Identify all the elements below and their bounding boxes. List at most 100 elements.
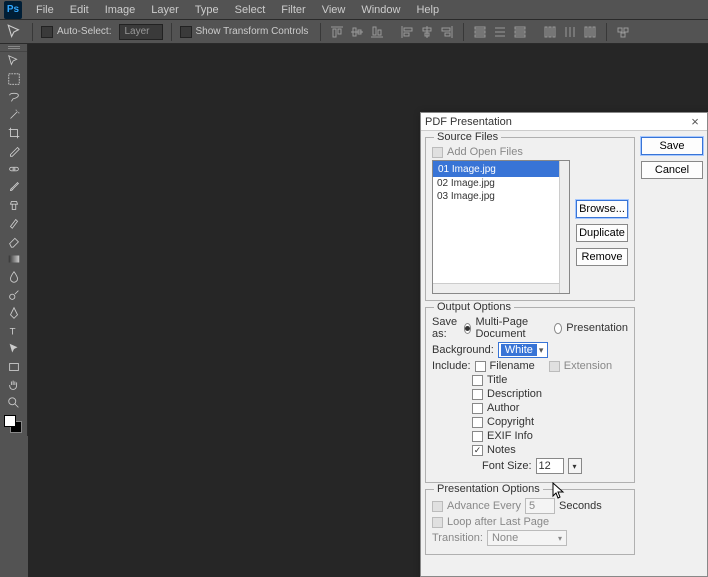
menu-filter[interactable]: Filter bbox=[273, 1, 313, 19]
description-label: Description bbox=[487, 388, 542, 400]
description-checkbox[interactable] bbox=[472, 389, 483, 400]
dialog-title-text: PDF Presentation bbox=[425, 116, 512, 128]
presentation-options-legend: Presentation Options bbox=[434, 483, 543, 495]
source-files-group: Source Files Add Open Files 01 Image.jpg… bbox=[425, 137, 635, 301]
duplicate-button[interactable]: Duplicate bbox=[576, 224, 628, 242]
source-files-list[interactable]: 01 Image.jpg 02 Image.jpg 03 Image.jpg bbox=[432, 160, 570, 294]
menu-edit[interactable]: Edit bbox=[62, 1, 97, 19]
browse-button[interactable]: Browse... bbox=[576, 200, 628, 218]
save-button[interactable]: Save bbox=[641, 137, 703, 155]
hand-tool[interactable] bbox=[0, 376, 27, 394]
extension-checkbox bbox=[549, 361, 560, 372]
foreground-color-swatch[interactable] bbox=[4, 415, 16, 427]
marquee-tool[interactable] bbox=[0, 70, 27, 88]
eyedropper-tool[interactable] bbox=[0, 142, 27, 160]
seconds-label: Seconds bbox=[559, 500, 602, 512]
eraser-tool[interactable] bbox=[0, 232, 27, 250]
rectangle-tool[interactable] bbox=[0, 358, 27, 376]
pen-tool[interactable] bbox=[0, 304, 27, 322]
align-right-edges-icon[interactable] bbox=[439, 24, 455, 40]
distribute-horizontal-icon[interactable] bbox=[562, 24, 578, 40]
menu-file[interactable]: File bbox=[28, 1, 62, 19]
type-tool[interactable]: T bbox=[0, 322, 27, 340]
title-label: Title bbox=[487, 374, 507, 386]
menu-view[interactable]: View bbox=[314, 1, 354, 19]
author-checkbox[interactable] bbox=[472, 403, 483, 414]
font-size-label: Font Size: bbox=[482, 460, 532, 472]
svg-text:T: T bbox=[9, 327, 15, 338]
magic-wand-tool[interactable] bbox=[0, 106, 27, 124]
menu-image[interactable]: Image bbox=[97, 1, 144, 19]
move-tool-icon[interactable] bbox=[6, 25, 24, 39]
add-open-files-checkbox bbox=[432, 147, 443, 158]
transition-value: None bbox=[492, 532, 518, 544]
multipage-radio[interactable] bbox=[464, 323, 472, 334]
presentation-options-group: Presentation Options Advance Every 5 Sec… bbox=[425, 489, 635, 555]
background-value: White bbox=[501, 344, 537, 356]
zoom-tool[interactable] bbox=[0, 394, 27, 412]
menu-select[interactable]: Select bbox=[227, 1, 274, 19]
list-item[interactable]: 02 Image.jpg bbox=[433, 177, 569, 190]
loop-checkbox bbox=[432, 517, 443, 528]
dialog-titlebar[interactable]: PDF Presentation × bbox=[421, 113, 707, 131]
menu-window[interactable]: Window bbox=[353, 1, 408, 19]
include-label: Include: bbox=[432, 360, 471, 372]
align-left-edges-icon[interactable] bbox=[399, 24, 415, 40]
font-size-input[interactable]: 12 bbox=[536, 458, 564, 474]
output-options-legend: Output Options bbox=[434, 301, 514, 313]
dialog-close-button[interactable]: × bbox=[687, 114, 703, 129]
distribute-top-icon[interactable] bbox=[472, 24, 488, 40]
list-horizontal-scrollbar[interactable] bbox=[433, 283, 559, 293]
show-transform-checkbox[interactable] bbox=[180, 26, 192, 38]
list-item[interactable]: 03 Image.jpg bbox=[433, 190, 569, 203]
menu-type[interactable]: Type bbox=[187, 1, 227, 19]
copyright-checkbox[interactable] bbox=[472, 417, 483, 428]
auto-select-target[interactable]: Layer bbox=[119, 24, 162, 40]
background-label: Background: bbox=[432, 344, 494, 356]
history-brush-tool[interactable] bbox=[0, 214, 27, 232]
show-transform-label: Show Transform Controls bbox=[196, 26, 309, 37]
path-selection-tool[interactable] bbox=[0, 340, 27, 358]
chevron-down-icon: ▾ bbox=[537, 345, 546, 356]
cancel-button[interactable]: Cancel bbox=[641, 161, 703, 179]
filename-checkbox[interactable] bbox=[475, 361, 486, 372]
blur-tool[interactable] bbox=[0, 268, 27, 286]
gradient-tool[interactable] bbox=[0, 250, 27, 268]
move-tool[interactable] bbox=[0, 52, 27, 70]
distribute-left-icon[interactable] bbox=[542, 24, 558, 40]
distribute-bottom-icon[interactable] bbox=[512, 24, 528, 40]
brush-tool[interactable] bbox=[0, 178, 27, 196]
foreground-background-colors[interactable] bbox=[0, 412, 27, 436]
notes-checkbox[interactable]: ✓ bbox=[472, 445, 483, 456]
remove-button[interactable]: Remove bbox=[576, 248, 628, 266]
transition-label: Transition: bbox=[432, 532, 483, 544]
list-item[interactable]: 01 Image.jpg bbox=[433, 161, 569, 177]
auto-select-checkbox[interactable] bbox=[41, 26, 53, 38]
healing-brush-tool[interactable] bbox=[0, 160, 27, 178]
notes-label: Notes bbox=[487, 444, 516, 456]
pdf-presentation-dialog: PDF Presentation × Source Files Add Open… bbox=[420, 112, 708, 577]
crop-tool[interactable] bbox=[0, 124, 27, 142]
auto-align-icon[interactable] bbox=[615, 24, 631, 40]
background-select[interactable]: White ▾ bbox=[498, 342, 548, 358]
clone-stamp-tool[interactable] bbox=[0, 196, 27, 214]
dodge-tool[interactable] bbox=[0, 286, 27, 304]
exif-checkbox[interactable] bbox=[472, 431, 483, 442]
font-size-dropdown[interactable]: ▾ bbox=[568, 458, 582, 474]
align-horizontal-centers-icon[interactable] bbox=[419, 24, 435, 40]
align-top-edges-icon[interactable] bbox=[329, 24, 345, 40]
align-bottom-edges-icon[interactable] bbox=[369, 24, 385, 40]
presentation-radio[interactable] bbox=[554, 323, 562, 334]
exif-label: EXIF Info bbox=[487, 430, 533, 442]
multipage-label: Multi-Page Document bbox=[475, 316, 543, 340]
tools-grip-icon[interactable] bbox=[0, 44, 27, 52]
align-vertical-centers-icon[interactable] bbox=[349, 24, 365, 40]
distribute-right-icon[interactable] bbox=[582, 24, 598, 40]
list-vertical-scrollbar[interactable] bbox=[559, 161, 569, 293]
title-checkbox[interactable] bbox=[472, 375, 483, 386]
menu-help[interactable]: Help bbox=[408, 1, 447, 19]
transition-select: None ▾ bbox=[487, 530, 567, 546]
lasso-tool[interactable] bbox=[0, 88, 27, 106]
distribute-vertical-icon[interactable] bbox=[492, 24, 508, 40]
menu-layer[interactable]: Layer bbox=[143, 1, 187, 19]
